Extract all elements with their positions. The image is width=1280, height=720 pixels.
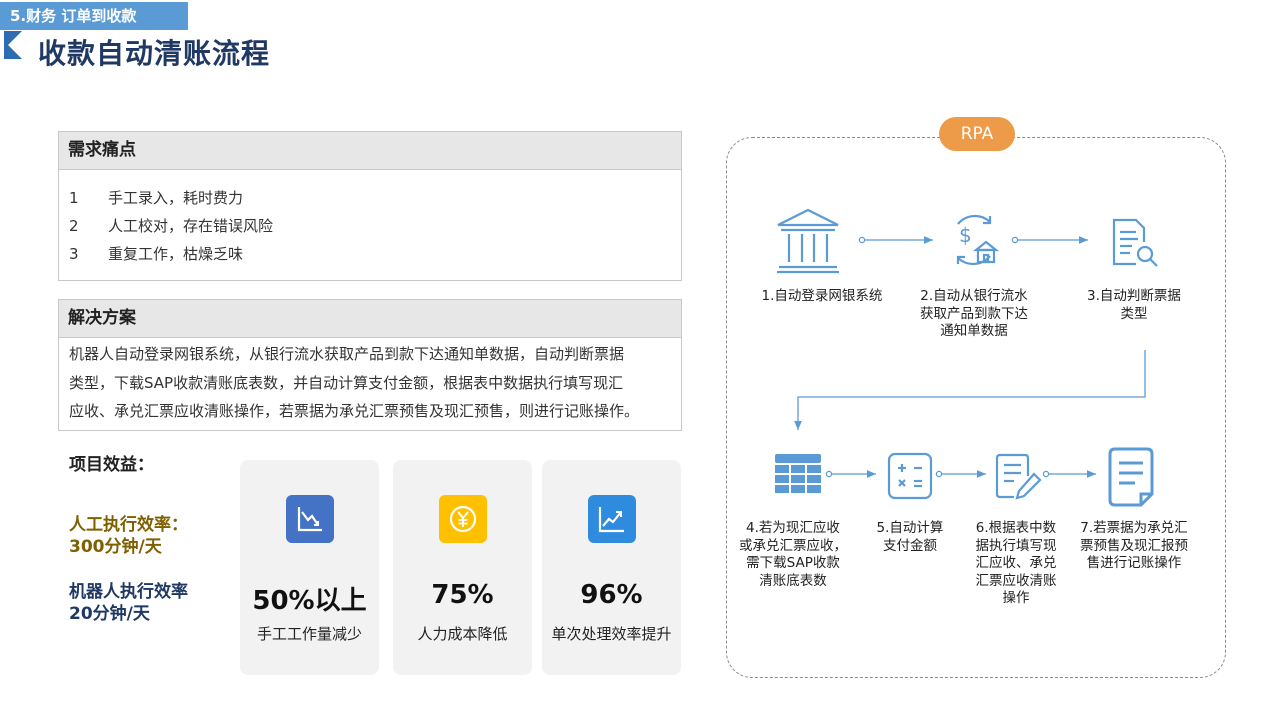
flow-step-label: 4.若为现汇应收 或承兑汇票应收， 需下载SAP收款 清账底表数 xyxy=(733,520,853,590)
label-line: 5.自动计算 xyxy=(876,520,944,536)
label-line: 需下载SAP收款 xyxy=(746,555,840,571)
label-line: 或承兑汇票应收， xyxy=(739,537,847,554)
flow-step-label: 6.根据表中数 据执行填写现 汇应收、承兑 汇票应收清账 操作 xyxy=(966,520,1066,608)
document-search-icon xyxy=(1112,218,1158,267)
label-line: 1.自动登录网银系统 xyxy=(761,288,883,304)
label-line: 操作 xyxy=(1002,590,1030,606)
flow-step-label: 3.自动判断票据 类型 xyxy=(1074,288,1194,323)
label-line: 售进行记账操作 xyxy=(1086,555,1182,571)
bank-icon xyxy=(777,208,839,274)
label-line: 清账底表数 xyxy=(759,572,827,589)
label-line: 汇票应收清账 xyxy=(975,572,1057,589)
flow-step-label: 7.若票据为承兑汇 票预售及现汇报预 售进行记账操作 xyxy=(1068,520,1200,573)
label-line: 类型 xyxy=(1120,305,1148,322)
calculator-icon xyxy=(887,452,933,500)
label-line: 7.若票据为承兑汇 xyxy=(1080,520,1188,536)
label-line: 支付金额 xyxy=(883,537,937,554)
label-line: 据执行填写现 xyxy=(975,537,1057,554)
label-line: 6.根据表中数 xyxy=(975,520,1057,536)
label-line: 3.自动判断票据 xyxy=(1087,288,1181,304)
spreadsheet-icon xyxy=(775,454,821,493)
label-line: 4.若为现汇应收 xyxy=(746,520,840,536)
label-line: 2.自动从银行流水 xyxy=(920,288,1028,304)
label-line: 票预售及现汇报预 xyxy=(1080,537,1188,554)
flow-connectors xyxy=(794,236,1146,478)
money-exchange-icon: $ xyxy=(956,214,1000,266)
form-edit-icon xyxy=(995,453,1042,500)
label-line: 获取产品到款下达 xyxy=(920,305,1028,322)
svg-text:$: $ xyxy=(959,223,972,247)
flow-step-label: 1.自动登录网银系统 xyxy=(748,288,896,306)
label-line: 通知单数据 xyxy=(940,323,1008,339)
label-line: 汇应收、承兑 xyxy=(975,555,1057,571)
document-icon xyxy=(1108,447,1154,507)
flow-step-label: 2.自动从银行流水 获取产品到款下达 通知单数据 xyxy=(906,288,1042,341)
flow-step-label: 5.自动计算 支付金额 xyxy=(866,520,954,555)
